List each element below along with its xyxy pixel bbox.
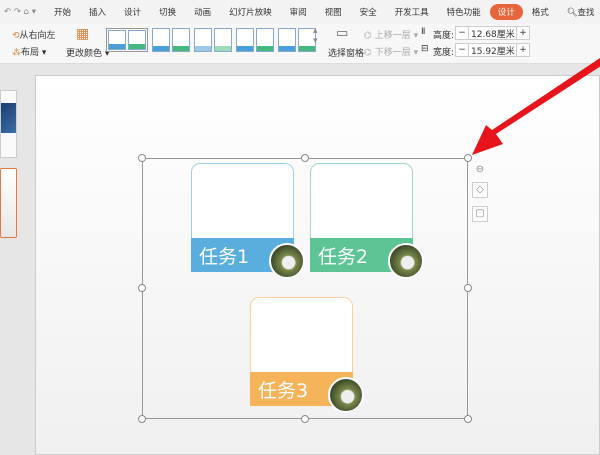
red-arrow-icon — [472, 58, 600, 155]
